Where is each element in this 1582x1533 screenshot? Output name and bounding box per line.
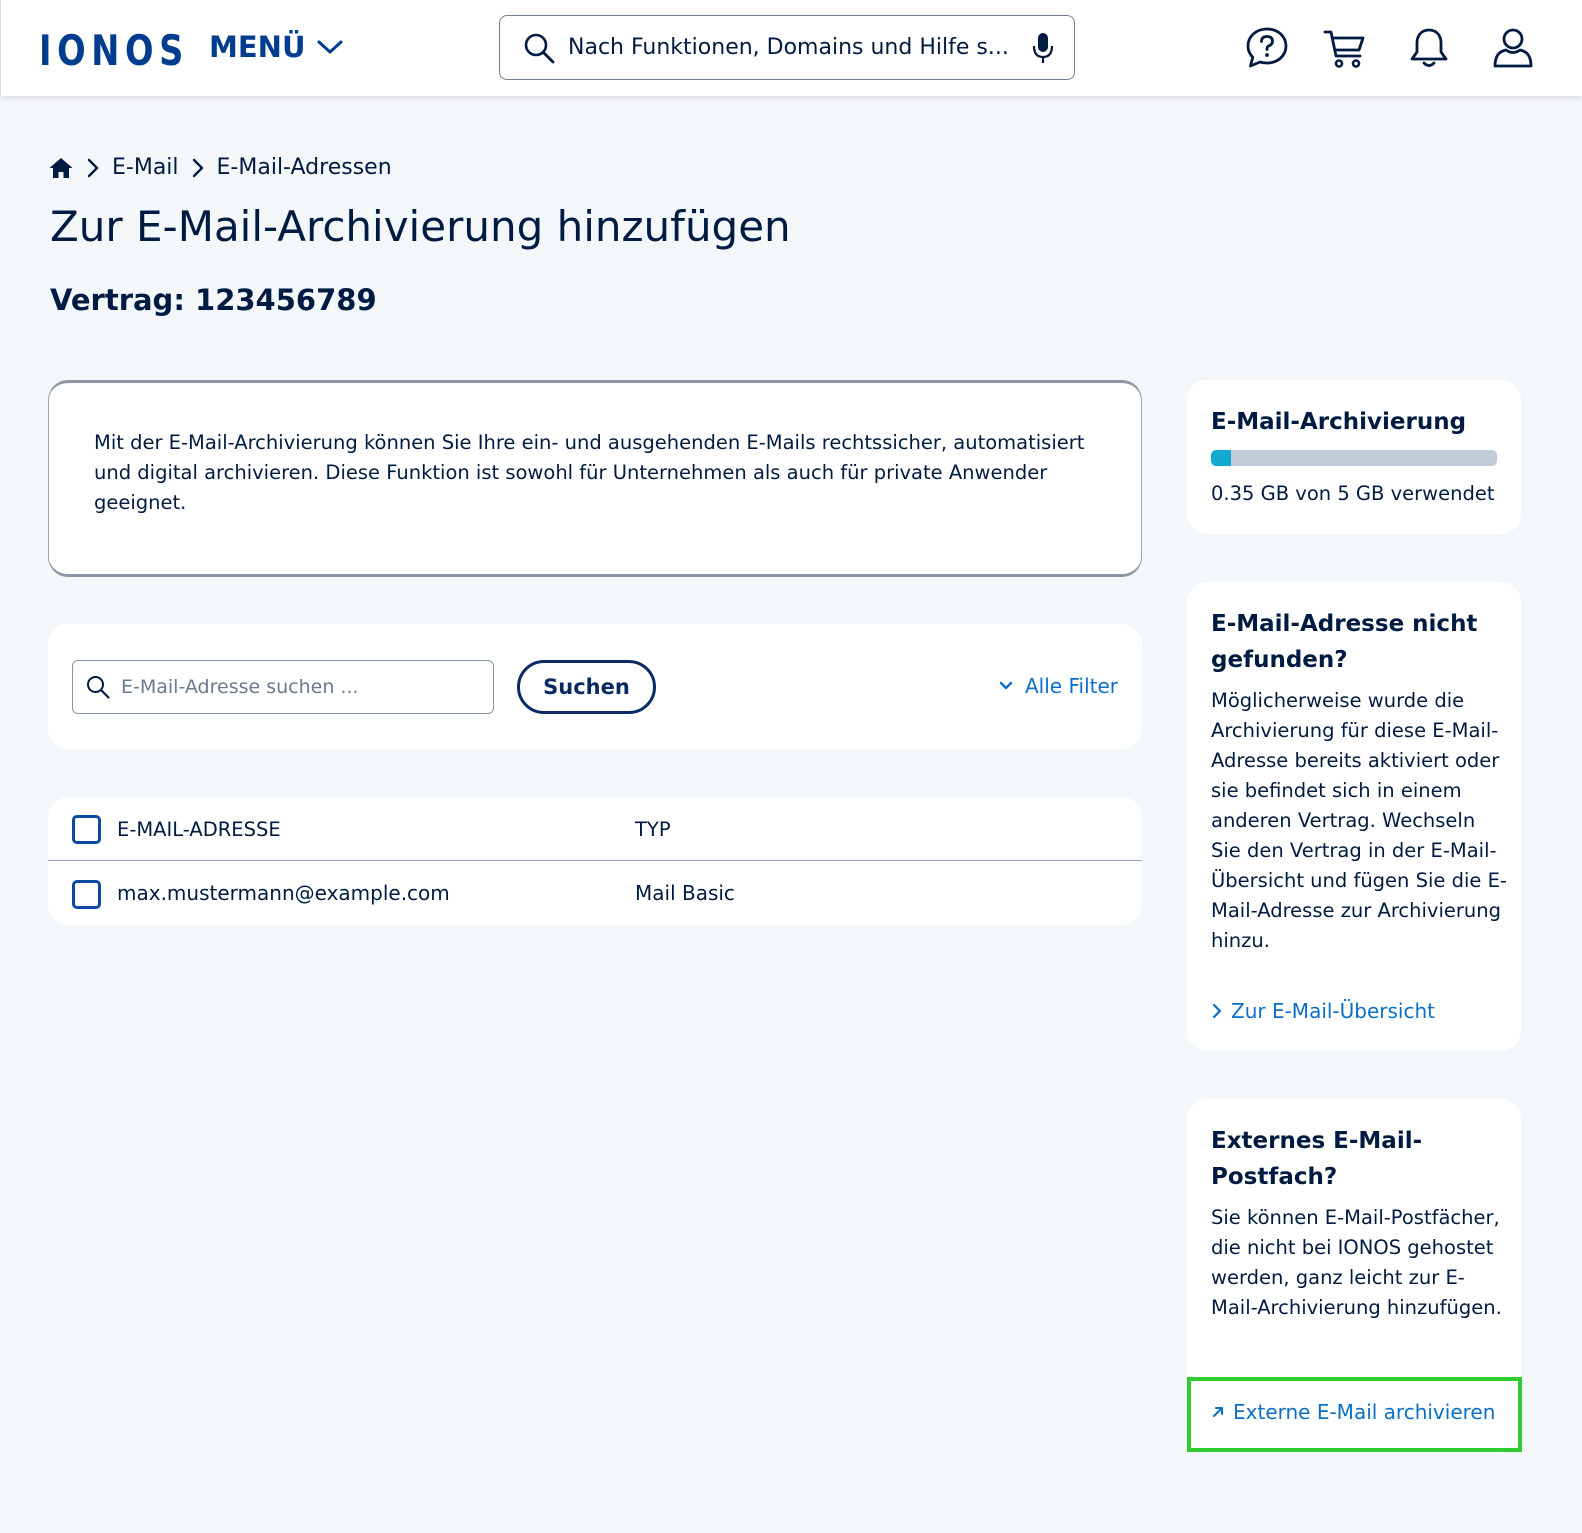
email-overview-link-label: Zur E-Mail-Übersicht [1231,999,1436,1023]
info-text: Mit der E-Mail-Archivierung können Sie I… [94,431,1085,514]
column-header-email: E-MAIL-ADRESSE [117,818,281,841]
external-text: Sie können E-Mail-Postfächer, die nicht … [1211,1206,1502,1319]
global-search[interactable]: Nach Funktionen, Domains und Hilfe s... [499,15,1075,80]
row-type: Mail Basic [635,881,735,905]
column-header-type: TYP [635,818,671,841]
menu-label: MENÜ [209,30,306,64]
chevron-down-icon [999,681,1013,690]
chevron-right-icon [192,158,203,177]
page-title: Zur E-Mail-Archivierung hinzufügen [50,202,791,251]
not-found-title: E-Mail-Adresse nicht gefunden? [1211,611,1478,673]
user-icon[interactable] [1490,25,1536,71]
email-search-field[interactable] [72,660,494,714]
archive-usage-card: E-Mail-Archivierung 0.35 GB von 5 GB ver… [1187,380,1521,534]
info-card: Mit der E-Mail-Archivierung können Sie I… [48,380,1142,577]
search-icon [524,33,555,63]
table-header: E-MAIL-ADRESSE TYP [48,797,1142,861]
contract-number: Vertrag: 123456789 [50,283,377,317]
usage-progress-bar [1211,450,1497,466]
bell-icon[interactable] [1406,25,1452,71]
email-table: E-MAIL-ADRESSE TYP max.mustermann@exampl… [48,797,1142,925]
email-search-input[interactable] [121,676,481,698]
highlight-box [1187,1377,1522,1452]
email-overview-link[interactable]: Zur E-Mail-Übersicht [1211,999,1435,1023]
row-checkbox[interactable] [72,880,101,909]
usage-title: E-Mail-Archivierung [1211,409,1467,435]
all-filters-label: Alle Filter [1025,674,1118,698]
external-title: Externes E-Mail-Postfach? [1211,1128,1423,1190]
menu-button[interactable]: MENÜ [209,30,344,64]
select-all-checkbox[interactable] [72,815,101,844]
not-found-text: Möglicherweise wurde die Archivierung fü… [1211,689,1507,952]
table-row[interactable]: max.mustermann@example.com Mail Basic [48,861,1142,925]
microphone-icon[interactable] [1030,31,1056,65]
help-chat-icon[interactable] [1244,25,1290,71]
breadcrumb-email-addresses[interactable]: E-Mail-Adressen [217,155,392,180]
usage-text: 0.35 GB von 5 GB verwendet [1211,482,1495,505]
breadcrumb-email[interactable]: E-Mail [112,155,179,180]
home-icon[interactable] [48,156,74,180]
chevron-right-icon [87,158,99,177]
global-search-input[interactable]: Nach Funktionen, Domains und Hilfe s... [568,35,1030,60]
cart-icon[interactable] [1322,25,1368,71]
chevron-right-icon [1212,1003,1222,1019]
filter-bar: Suchen Alle Filter [48,624,1142,749]
top-header: IONOS MENÜ Nach Funktionen, Domains und … [0,0,1582,96]
ionos-logo[interactable]: IONOS [39,26,189,75]
usage-progress-fill [1211,450,1232,466]
search-icon [87,676,110,699]
all-filters-toggle[interactable]: Alle Filter [999,674,1118,698]
breadcrumb: E-Mail E-Mail-Adressen [48,155,392,180]
search-button[interactable]: Suchen [517,660,656,714]
chevron-down-icon [317,40,342,54]
row-email: max.mustermann@example.com [117,881,450,905]
address-not-found-card: E-Mail-Adresse nicht gefunden? Möglicher… [1187,582,1521,1051]
